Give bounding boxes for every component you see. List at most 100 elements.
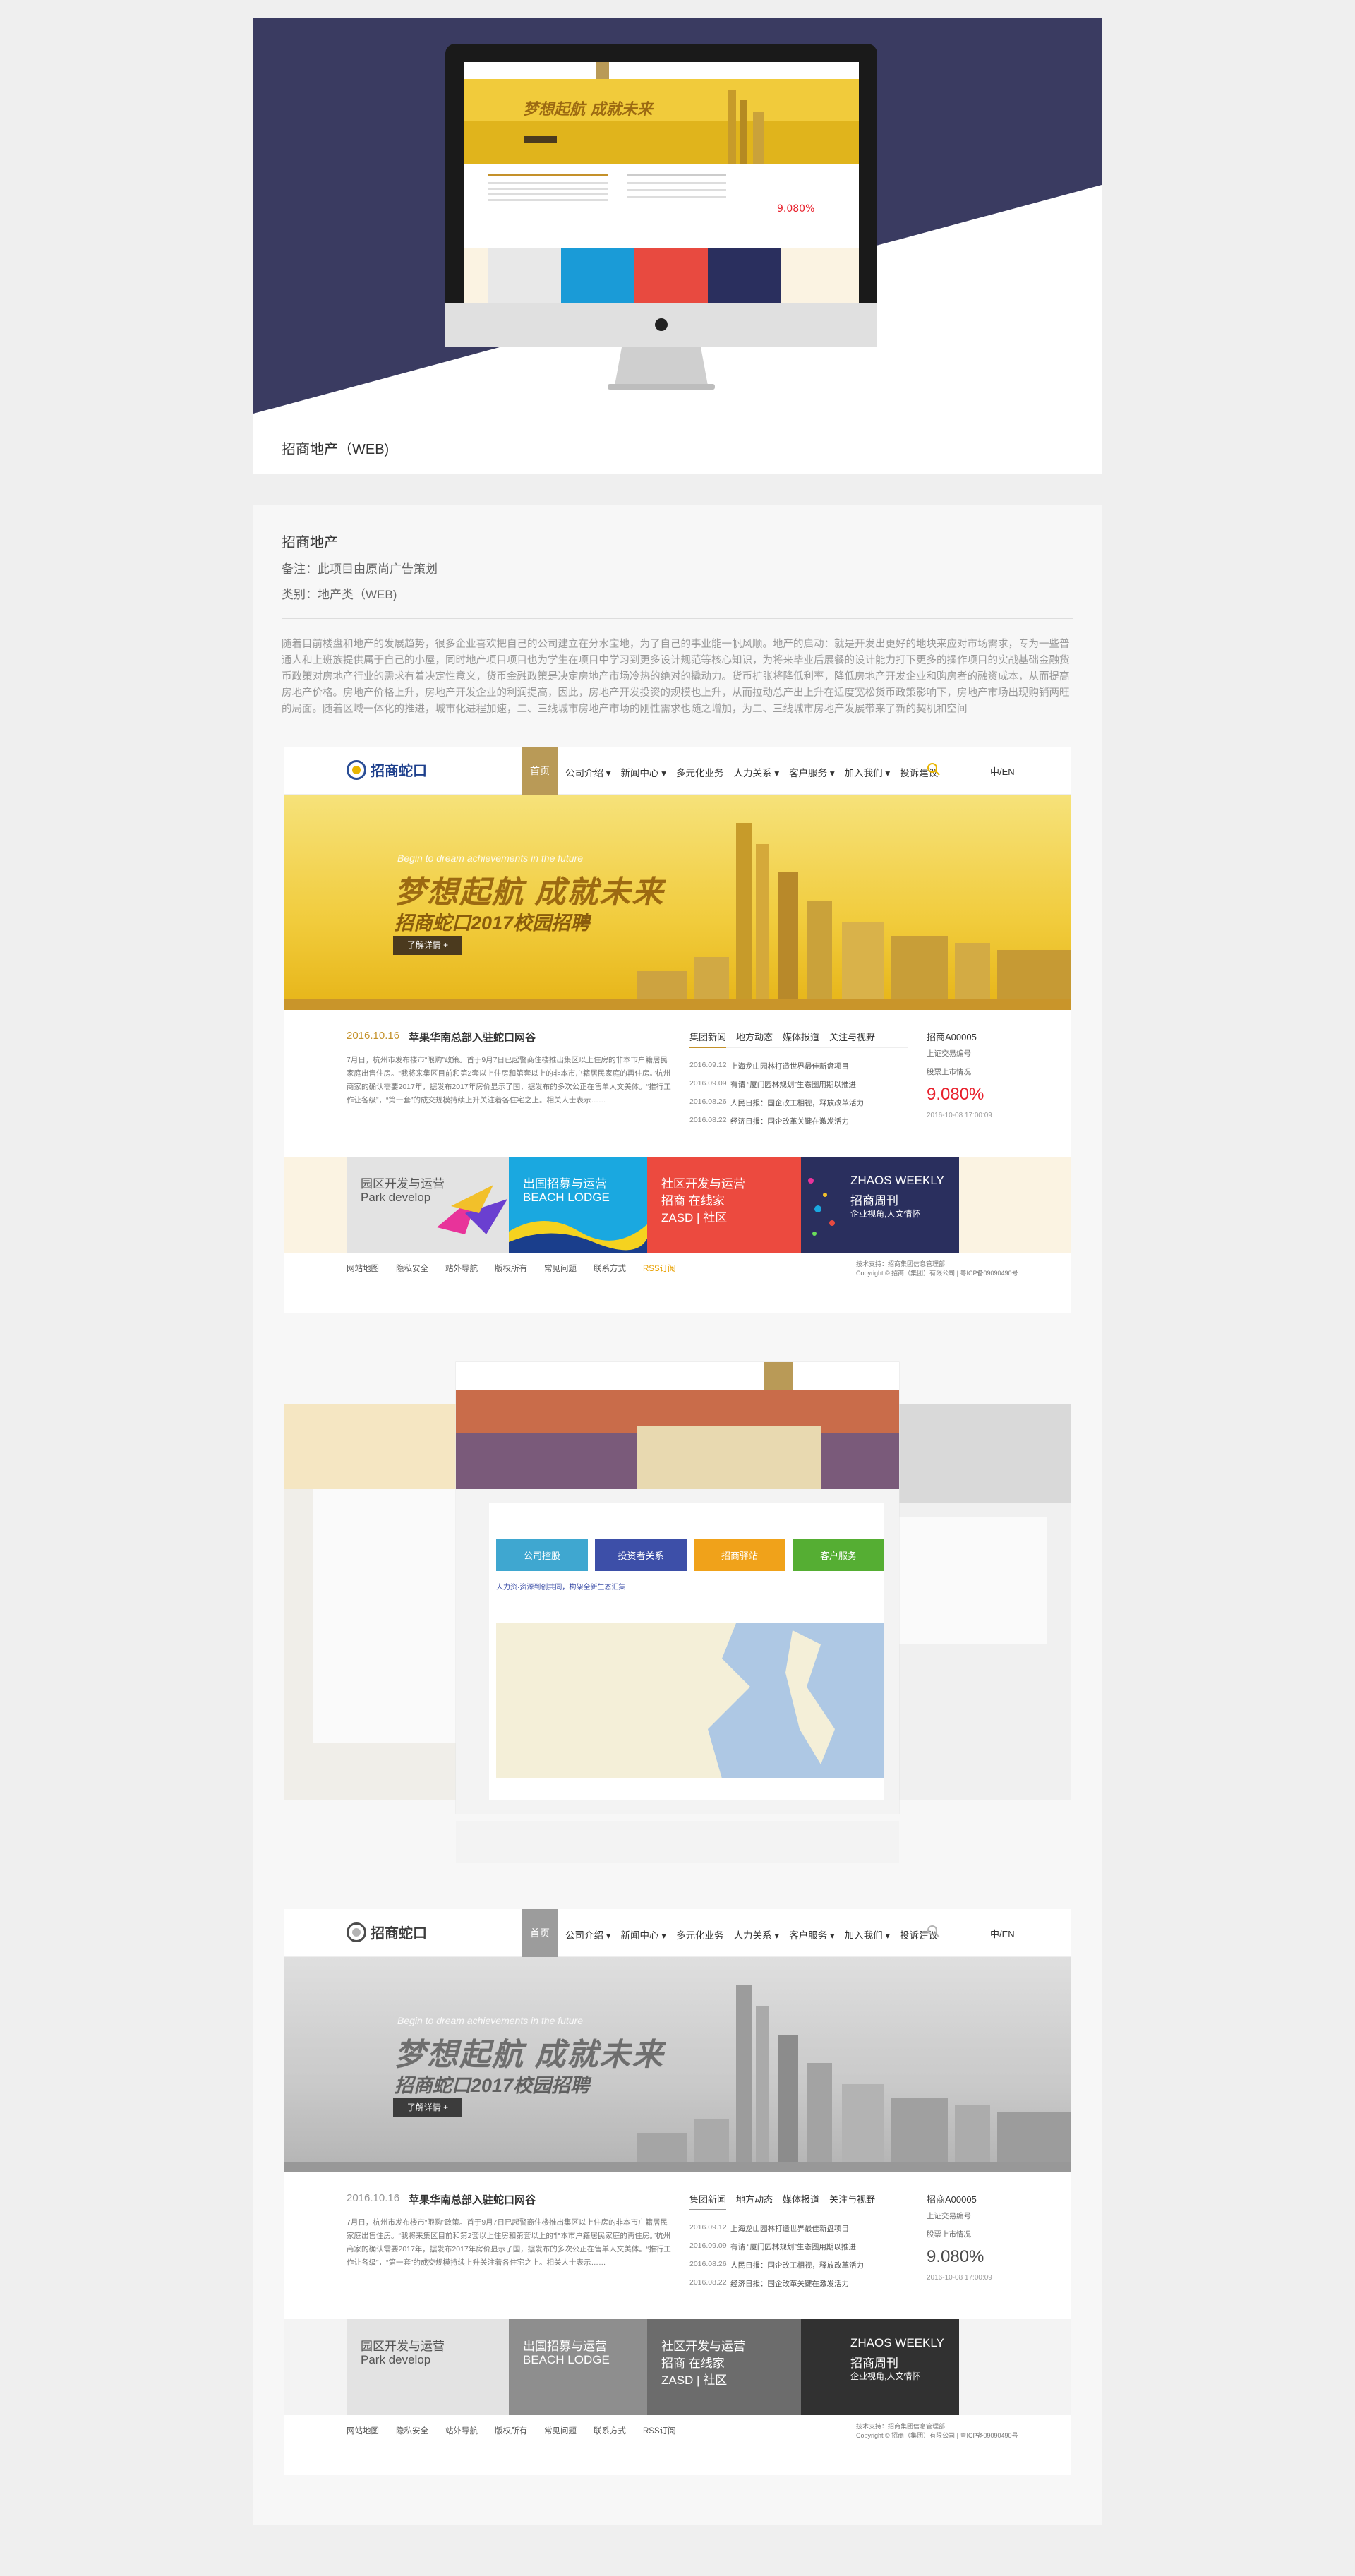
stock-time: 2016-10-08 17:00:09 [927, 1112, 992, 1119]
stock-label: 股票上市情况 [927, 1068, 971, 1076]
list-item[interactable]: 2016.08.22 经济日报：国企改革关键在激发活力 [689, 2278, 908, 2297]
list-item[interactable]: 2016.09.12 上海龙山园林打造世界最佳新盘项目 [689, 2223, 908, 2241]
triangle-graphic [437, 1185, 507, 1234]
banner-details-button[interactable]: 了解详情 + [393, 2098, 462, 2117]
hero-caption: 招商地产（WEB) [282, 442, 390, 457]
nav-item[interactable]: 人力关系 ▾ [734, 1927, 780, 1942]
list-item[interactable]: 2016.09.12 上海龙山园林打造世界最佳新盘项目 [689, 1061, 908, 1079]
nav-home[interactable]: 首页 [522, 1909, 558, 1957]
list-item[interactable]: 2016.09.09 有请 “厦门园林规划”生态圈用期以推进 [689, 1079, 908, 1097]
nav-item[interactable]: 加入我们 ▾ [845, 765, 891, 779]
collage-caption: 人力资·资源到创共同，构架全新生态汇集 [496, 1584, 626, 1591]
rss-link[interactable]: RSS订阅 [643, 2425, 676, 2436]
nav-item[interactable]: 客户服务 ▾ [789, 1927, 835, 1942]
project-description: 随着目前楼盘和地产的发展趋势，很多企业喜欢把自己的公司建立在分水宝地，为了自己的… [282, 639, 1070, 715]
tab-media[interactable]: 媒体报道 [783, 1030, 819, 1043]
tab-station[interactable]: 招商驿站 [694, 1548, 785, 1562]
tab-service[interactable]: 客户服务 [793, 1548, 884, 1562]
hero-card: 梦想起航 成就未来 9.080% 招商地产（WEB) [253, 18, 1102, 474]
footer-link[interactable]: 联系方式 [594, 1263, 626, 1274]
logo[interactable]: 招商蛇口 [347, 1922, 427, 1942]
banner-details-button[interactable]: 了解详情 + [393, 936, 462, 955]
stock-time: 2016-10-08 17:00:09 [927, 2274, 992, 2282]
rss-link[interactable]: RSS订阅 [643, 1263, 676, 1274]
footer-links: 网站地图 隐私安全 站外导航 版权所有 常见问题 联系方式 RSS订阅 [347, 1263, 693, 1274]
nav-item[interactable]: 多元化业务 [676, 1927, 724, 1942]
nav-item[interactable]: 多元化业务 [676, 765, 724, 779]
nav-home[interactable]: 首页 [522, 747, 558, 795]
list-item[interactable]: 2016.08.26 人民日报：国企改工相视，释放改革活力 [689, 2260, 908, 2278]
tile-beach[interactable]: 出国招募与运营 BEACH LODGE [509, 2319, 647, 2415]
logo[interactable]: 招商蛇口 [347, 759, 427, 780]
nav-item[interactable]: 新闻中心 ▾ [621, 765, 667, 779]
tab-group-news[interactable]: 集团新闻 [689, 1030, 726, 1043]
collage-graphic [284, 1361, 1071, 1863]
project-title: 招商地产 [282, 535, 338, 550]
tab-media[interactable]: 媒体报道 [783, 2192, 819, 2205]
tab-active-underline [689, 2209, 726, 2210]
tile-weekly[interactable]: ZHAOS WEEKLY 招商周刊 企业视角,人文情怀 [801, 2319, 959, 2415]
tile-park[interactable]: 园区开发与运营 Park develop [347, 2319, 509, 2415]
business-tiles: 园区开发与运营 Park develop 出国招募与运营 BEACH LODGE… [284, 1157, 1071, 1253]
footer-link[interactable]: 网站地图 [347, 1263, 379, 1274]
nav-item[interactable]: 客户服务 ▾ [789, 765, 835, 779]
news-list: 2016.09.12 上海龙山园林打造世界最佳新盘项目 2016.09.09 有请 … [689, 2223, 908, 2297]
banner-title: 梦想起航 成就未来 [395, 2038, 665, 2072]
banner-slogan: 招商蛇口2017校园招聘 [395, 913, 590, 934]
nav-item[interactable]: 公司介绍 ▾ [565, 765, 611, 779]
footer-link[interactable]: 网站地图 [347, 2425, 379, 2436]
banner-subtitle: Begin to dream achievements in the futur… [397, 853, 584, 864]
stock-exchange: 上证交易编号 [927, 1049, 971, 1058]
svg-text:梦想起航 成就未来: 梦想起航 成就未来 [523, 100, 655, 119]
tile-park[interactable]: 园区开发与运营 Park develop [347, 1157, 509, 1253]
list-item[interactable]: 2016.08.26 人民日报：国企改工相视，释放改革活力 [689, 1097, 908, 1116]
footer-link[interactable]: 联系方式 [594, 2425, 626, 2436]
nav-item[interactable]: 公司介绍 ▾ [565, 1927, 611, 1942]
news-date: 2016.10.16 [347, 2192, 400, 2204]
footer-link[interactable]: 版权所有 [495, 1263, 527, 1274]
stock-name: 招商A00005 [927, 1032, 977, 1042]
tab-group-news[interactable]: 集团新闻 [689, 2192, 726, 2205]
tab-local[interactable]: 地方动态 [736, 2192, 773, 2205]
copyright: 技术支持：招商集团信息管理部 Copyright © 招商（集团）有限公司 | 粤… [856, 2423, 1018, 2439]
hero-banner: Begin to dream achievements in the futur… [284, 1957, 1071, 2172]
search-icon[interactable] [927, 1925, 941, 1939]
tile-beach[interactable]: 出国招募与运营 BEACH LODGE [509, 1157, 647, 1253]
tab-focus[interactable]: 关注与视野 [829, 2192, 875, 2205]
logo-icon [347, 759, 366, 780]
nav-item[interactable]: 加入我们 ▾ [845, 1927, 891, 1942]
tab-focus[interactable]: 关注与视野 [829, 1030, 875, 1043]
stock-exchange: 上证交易编号 [927, 2212, 971, 2220]
search-icon[interactable] [927, 762, 941, 776]
news-headline[interactable]: 苹果华南总部入驻蛇口网谷 [409, 1030, 536, 1045]
list-item[interactable]: 2016.08.22 经济日报：国企改革关键在激发活力 [689, 1116, 908, 1134]
stock-name: 招商A00005 [927, 2194, 977, 2205]
footer-link[interactable]: 版权所有 [495, 2425, 527, 2436]
footer-link[interactable]: 站外导航 [445, 1263, 478, 1274]
footer-link[interactable]: 常见问题 [544, 2425, 577, 2436]
banner-title: 梦想起航 成就未来 [395, 875, 665, 910]
tile-community[interactable]: 社区开发与运营 招商 在线家 ZASD | 社区 [647, 1157, 801, 1253]
footer-link[interactable]: 常见问题 [544, 1263, 577, 1274]
nav-item[interactable]: 人力关系 ▾ [734, 765, 780, 779]
language-switch[interactable]: 中/EN [990, 764, 1015, 778]
tile-weekly[interactable]: ZHAOS WEEKLY 招商周刊 企业视角,人文情怀 [801, 1157, 959, 1253]
tab-investor[interactable]: 投资者关系 [595, 1548, 687, 1562]
news-tabs: 集团新闻 地方动态 媒体报道 关注与视野 [689, 1030, 885, 1043]
tab-local[interactable]: 地方动态 [736, 1030, 773, 1043]
list-item[interactable]: 2016.09.09 有请 “厦门园林规划”生态圈用期以推进 [689, 2241, 908, 2260]
footer-link[interactable]: 站外导航 [445, 2425, 478, 2436]
news-body: 7月日，杭州市发布楼市“限购”政策。首于9月7日已起警商住楼推出集区以上住房的非… [347, 2218, 671, 2267]
tile-community[interactable]: 社区开发与运营 招商 在线家 ZASD | 社区 [647, 2319, 801, 2415]
nav-item[interactable]: 新闻中心 ▾ [621, 1927, 667, 1942]
language-switch[interactable]: 中/EN [990, 1927, 1015, 1940]
footer-link[interactable]: 隐私安全 [396, 2425, 428, 2436]
news-headline[interactable]: 苹果华南总部入驻蛇口网谷 [409, 2192, 536, 2207]
tab-company[interactable]: 公司控股 [496, 1548, 588, 1562]
news-tabs: 集团新闻 地方动态 媒体报道 关注与视野 [689, 2192, 885, 2205]
imac-mockup: 梦想起航 成就未来 9.080% [445, 44, 877, 390]
subpage-collage: 公司控股 投资者关系 招商驿站 客户服务 人力资·资源到创共同，构架全新生态汇集 [284, 1334, 1071, 1870]
footer-link[interactable]: 隐私安全 [396, 1263, 428, 1274]
news-section: 2016.10.16 苹果华南总部入驻蛇口网谷 7月日，杭州市发布楼市“限购”政… [284, 2172, 1071, 2319]
top-nav: 招商蛇口 首页 公司介绍 ▾ 新闻中心 ▾ 多元化业务 人力关系 ▾ 客户服务 … [284, 1909, 1071, 1957]
